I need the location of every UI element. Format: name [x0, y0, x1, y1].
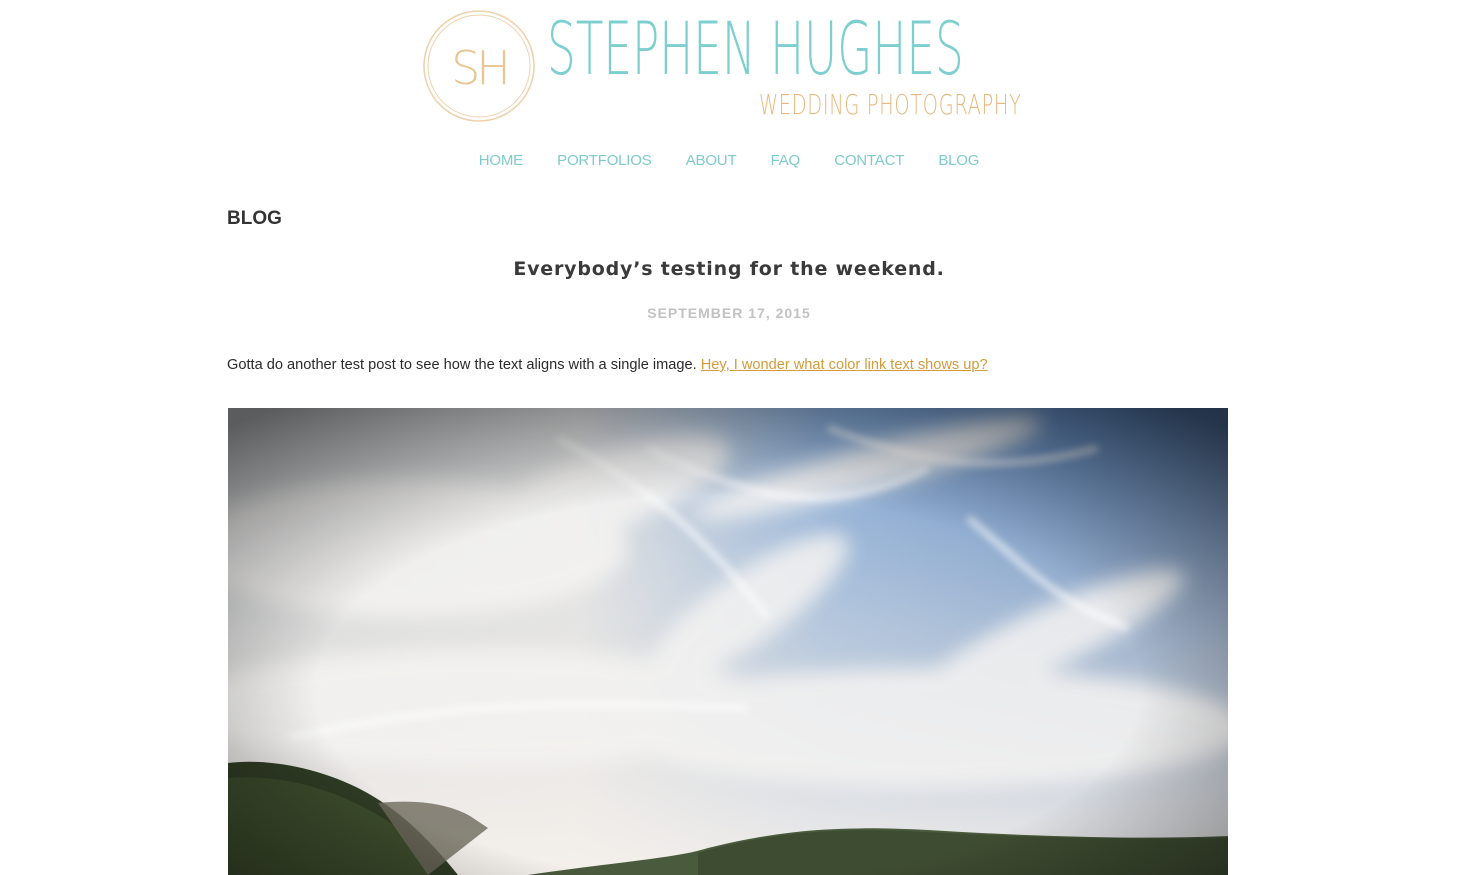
post-inline-link[interactable]: Hey, I wonder what color link text shows…: [701, 357, 988, 373]
nav-item-blog[interactable]: BLOG: [938, 152, 979, 169]
logo-tagline: WEDDING PHOTOGRAPHY: [759, 88, 1022, 121]
site-logo[interactable]: SH STEPHEN HUGHES WEDDING PHOTOGRAPHY: [421, 8, 1041, 126]
nav-item-portfolios[interactable]: PORTFOLIOS: [557, 152, 652, 169]
logo-name: STEPHEN HUGHES: [547, 7, 964, 92]
nav-item-faq[interactable]: FAQ: [771, 152, 801, 169]
post-title[interactable]: Everybody’s testing for the weekend.: [0, 258, 1458, 280]
nav-item-contact[interactable]: CONTACT: [834, 152, 904, 169]
post-body-text: Gotta do another test post to see how th…: [227, 357, 701, 373]
post-body: Gotta do another test post to see how th…: [227, 357, 988, 373]
post-photo[interactable]: [228, 408, 1228, 875]
landscape-photo-icon: [228, 408, 1228, 875]
page-title: BLOG: [227, 208, 282, 229]
nav-item-home[interactable]: HOME: [479, 152, 523, 169]
post-date: SEPTEMBER 17, 2015: [647, 305, 811, 321]
logo-monogram: SH: [451, 41, 507, 95]
nav-item-about[interactable]: ABOUT: [686, 152, 737, 169]
main-nav: HOME PORTFOLIOS ABOUT FAQ CONTACT BLOG: [0, 152, 1458, 169]
monogram-emblem-icon: SH: [423, 10, 535, 122]
